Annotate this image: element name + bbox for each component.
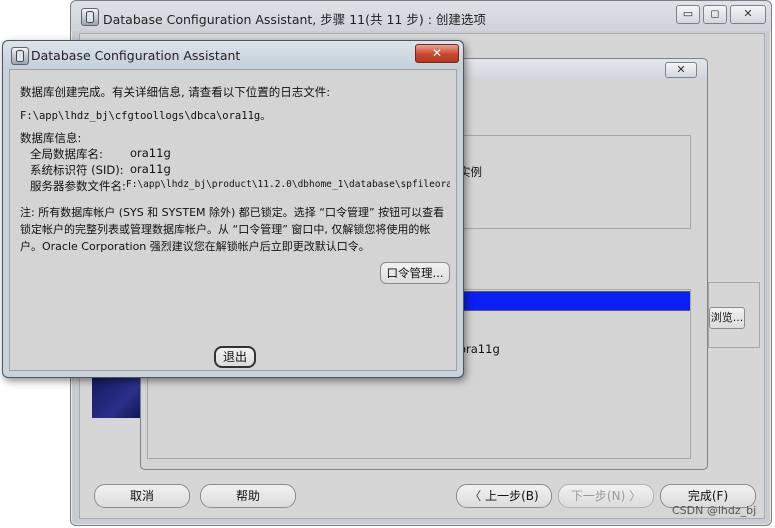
- spfile-value: F:\app\lhdz_bj\product\11.2.0\dbhome_1\d…: [126, 179, 450, 190]
- browse-groupbox: 浏览...: [708, 282, 760, 348]
- back-button[interactable]: 〈 上一步(B): [456, 484, 552, 508]
- dialog-title: Database Configuration Assistant: [31, 48, 241, 63]
- browse-button[interactable]: 浏览...: [709, 307, 745, 329]
- completion-message: 数据库创建完成。有关详细信息, 请查看以下位置的日志文件:: [20, 85, 331, 99]
- back-button-label: 上一步(B): [485, 489, 539, 503]
- watermark: CSDN @lhdz_bj: [672, 504, 757, 517]
- note-line-2: 锁定帐户的完整列表或管理数据库帐户。从 “口令管理” 窗口中, 仅解锁您将使用的…: [20, 223, 431, 236]
- maximize-button[interactable]: ◻: [703, 5, 727, 24]
- close-icon: ✕: [676, 63, 686, 76]
- sid-label: 系统标识符 (SID):: [30, 163, 124, 177]
- next-button[interactable]: 下一步(N) 〉: [558, 484, 654, 508]
- global-db-name-value: ora11g: [130, 146, 171, 160]
- minimize-icon: ▭: [682, 7, 694, 20]
- password-management-button[interactable]: 口令管理...: [380, 262, 450, 284]
- exit-button[interactable]: 退出: [214, 346, 256, 368]
- progress-close-button[interactable]: ✕: [665, 62, 697, 78]
- help-button[interactable]: 帮助: [200, 484, 296, 508]
- dialog-close-button[interactable]: ✕: [415, 44, 459, 63]
- chevron-left-icon: 〈: [469, 489, 486, 503]
- close-icon: ✕: [743, 7, 753, 20]
- dialog-titlebar: Database Configuration Assistant ✕: [3, 41, 463, 69]
- spfile-label: 服务器参数文件名:: [30, 179, 126, 193]
- completion-dialog: Database Configuration Assistant ✕ 数据库创建…: [2, 40, 464, 378]
- close-icon: ✕: [431, 46, 443, 60]
- global-db-name-label: 全局数据库名:: [30, 147, 103, 161]
- sid-value: ora11g: [130, 162, 171, 176]
- maximize-icon: ◻: [710, 7, 720, 20]
- app-icon: [81, 8, 99, 26]
- note-line-1: 注: 所有数据库帐户 (SYS 和 SYSTEM 除外) 都已锁定。选择 “口令…: [20, 206, 445, 219]
- app-icon: [11, 47, 29, 65]
- minimize-button[interactable]: ▭: [676, 5, 700, 24]
- chevron-right-icon: 〉: [625, 489, 642, 503]
- dialog-client-area: 数据库创建完成。有关详细信息, 请查看以下位置的日志文件: F:\app\lhd…: [9, 69, 457, 371]
- main-close-button[interactable]: ✕: [730, 5, 766, 24]
- log-path: F:\app\lhdz_bj\cfgtoollogs\dbca\ora11g。: [20, 110, 271, 122]
- main-window-title: Database Configuration Assistant, 步骤 11(…: [103, 12, 486, 27]
- cancel-button[interactable]: 取消: [94, 484, 190, 508]
- main-titlebar: Database Configuration Assistant, 步骤 11(…: [71, 1, 771, 31]
- note-line-3: 户。Oracle Corporation 强烈建议您在解锁帐户后立即更改默认口令…: [20, 240, 370, 253]
- db-info-heading: 数据库信息:: [20, 131, 82, 145]
- next-button-label: 下一步(N): [570, 489, 626, 503]
